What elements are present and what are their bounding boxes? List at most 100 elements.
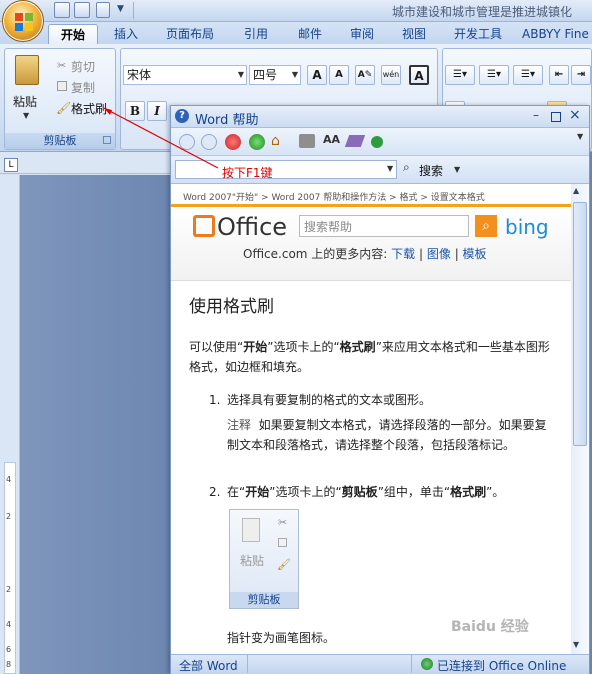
cut-icon[interactable]: ✂ — [57, 59, 66, 72]
bing-logo: bing — [505, 215, 549, 239]
pin-icon[interactable] — [371, 136, 383, 148]
print-icon[interactable] — [299, 134, 315, 148]
ruler-number: 4 — [6, 620, 12, 629]
link-images[interactable]: 图像 — [427, 247, 451, 261]
search-icon[interactable]: ⌕ — [403, 160, 410, 175]
text-bold: 开始 — [245, 485, 270, 499]
dialog-launcher-icon[interactable] — [103, 136, 111, 144]
status-scope[interactable]: 全部 Word — [179, 657, 238, 674]
font-name-combo[interactable]: 宋体 ▼ — [123, 65, 247, 85]
home-icon[interactable]: ⌂ — [271, 133, 280, 149]
font-size-combo[interactable]: 四号 ▼ — [249, 65, 301, 85]
chevron-down-icon: ▼ — [291, 70, 298, 79]
breadcrumb[interactable]: Word 2007"开始" > Word 2007 帮助和操作方法 > 格式 >… — [183, 190, 485, 203]
toolbar-overflow-icon[interactable]: ▼ — [577, 132, 583, 141]
text: 在“ — [227, 485, 246, 499]
divider — [133, 2, 134, 19]
step-number: 2. — [209, 485, 221, 499]
connection-status[interactable]: 已连接到 Office Online — [437, 657, 566, 674]
ruler-number: 8 — [6, 660, 12, 669]
maximize-icon[interactable] — [551, 112, 561, 122]
more-prefix: Office.com 上的更多内容: — [243, 247, 388, 261]
word-window: ▼ 城市建设和城市管理是推进城镇化 开始 插入 页面布局 引用 邮件 审阅 视图… — [0, 0, 592, 674]
decrease-indent-icon[interactable]: ⇤ — [549, 65, 569, 85]
scroll-up-icon[interactable]: ▲ — [573, 186, 579, 195]
tab-developer[interactable]: 开发工具 — [446, 24, 510, 44]
divider — [247, 655, 248, 673]
stop-icon[interactable] — [225, 134, 241, 150]
clipboard-group-label: 剪贴板 — [5, 133, 115, 149]
chevron-down-icon[interactable]: ▼ — [454, 165, 460, 174]
text: ”选项卡上的“ — [267, 340, 340, 354]
copy-button[interactable]: 复制 — [71, 79, 95, 96]
paste-button[interactable]: 粘贴 — [13, 93, 37, 110]
print-preview-icon[interactable] — [74, 2, 90, 18]
title-bar: ▼ 城市建设和城市管理是推进城镇化 — [0, 0, 592, 22]
step-2: 在“开始”选项卡上的“剪贴板”组中，单击“格式刷”。 — [227, 482, 557, 502]
text: 可以使用“ — [189, 340, 244, 354]
font-size-icon[interactable]: AA — [323, 133, 340, 146]
tab-view[interactable]: 视图 — [392, 24, 436, 44]
help-status-bar: 全部 Word 已连接到 Office Online — [171, 654, 589, 674]
search-button[interactable]: 搜索 — [419, 162, 443, 179]
paste-icon — [242, 518, 260, 542]
tab-abbyy[interactable]: ABBYY Fine — [522, 24, 592, 44]
search-go-icon[interactable]: ⌕ — [475, 215, 497, 237]
tab-mailings[interactable]: 邮件 — [288, 24, 332, 44]
tab-home[interactable]: 开始 — [48, 24, 98, 44]
tab-review[interactable]: 审阅 — [340, 24, 384, 44]
cut-button[interactable]: 剪切 — [71, 58, 95, 75]
pointer-text: 指针变为画笔图标。 — [227, 631, 336, 645]
ruler-margin — [4, 462, 16, 674]
format-painter-button[interactable]: 格式刷 — [71, 100, 107, 117]
increase-indent-icon[interactable]: ⇥ — [571, 65, 591, 85]
help-search-input[interactable] — [175, 160, 397, 179]
phonetic-guide-button[interactable]: wén — [381, 65, 401, 85]
forward-icon[interactable] — [201, 134, 217, 150]
numbering-icon[interactable]: ☰▾ — [479, 65, 509, 85]
ruler-tab-selector-icon[interactable]: L — [4, 158, 18, 172]
qat-dropdown-icon[interactable]: ▼ — [117, 4, 124, 14]
minimize-icon[interactable]: – — [533, 108, 539, 122]
book-icon[interactable] — [344, 135, 366, 147]
help-scrollbar[interactable]: ▲ ▼ — [571, 184, 589, 654]
link-templates[interactable]: 模板 — [463, 247, 487, 261]
step-1: 选择具有要复制的格式的文本或图形。 — [227, 393, 432, 407]
undo-icon[interactable] — [96, 2, 110, 18]
tab-references[interactable]: 引用 — [234, 24, 278, 44]
scroll-thumb[interactable] — [573, 202, 587, 446]
clear-format-button[interactable]: A✎ — [355, 65, 375, 85]
tab-page-layout[interactable]: 页面布局 — [158, 24, 222, 44]
more-content-text: Office.com 上的更多内容: 下载 | 图像 | 模板 — [243, 247, 487, 261]
back-icon[interactable] — [179, 134, 195, 150]
copy-icon[interactable] — [57, 81, 67, 91]
shrink-font-button[interactable]: A — [329, 65, 349, 85]
refresh-icon[interactable] — [249, 134, 265, 150]
scroll-down-icon[interactable]: ▼ — [573, 640, 579, 649]
help-title-bar: ? Word 帮助 – × — [171, 106, 589, 128]
multilevel-list-icon[interactable]: ☰▾ — [513, 65, 543, 85]
close-icon[interactable]: × — [569, 107, 581, 123]
paste-dropdown-icon[interactable]: ▼ — [23, 111, 29, 120]
document-canvas[interactable] — [20, 175, 171, 674]
office-button[interactable] — [2, 0, 44, 42]
font-name-value: 宋体 — [127, 68, 152, 82]
ruler-number: 2 — [6, 512, 12, 521]
link-download[interactable]: 下载 — [391, 247, 415, 261]
office-search-input[interactable]: 搜索帮助 — [299, 215, 469, 237]
bold-button[interactable]: B — [125, 101, 145, 121]
clipboard-group: 粘贴 ▼ ✂ 剪切 复制 🖌 格式刷 剪贴板 — [4, 48, 116, 150]
italic-button[interactable]: I — [147, 101, 167, 121]
grow-font-button[interactable]: A — [307, 65, 327, 85]
paste-icon[interactable] — [15, 55, 39, 85]
char-border-button[interactable]: A — [409, 65, 429, 85]
document-title: 城市建设和城市管理是推进城镇化 — [392, 5, 573, 19]
tab-insert[interactable]: 插入 — [104, 24, 148, 44]
format-painter-icon[interactable]: 🖌 — [56, 101, 71, 115]
bullets-icon[interactable]: ☰▾ — [445, 65, 475, 85]
chevron-down-icon[interactable]: ▼ — [387, 164, 393, 173]
ruler-number: 6 — [6, 645, 12, 654]
text-bold: 格式刷 — [339, 340, 376, 354]
save-icon[interactable] — [54, 2, 70, 18]
ruler-number: 4 — [6, 475, 12, 484]
